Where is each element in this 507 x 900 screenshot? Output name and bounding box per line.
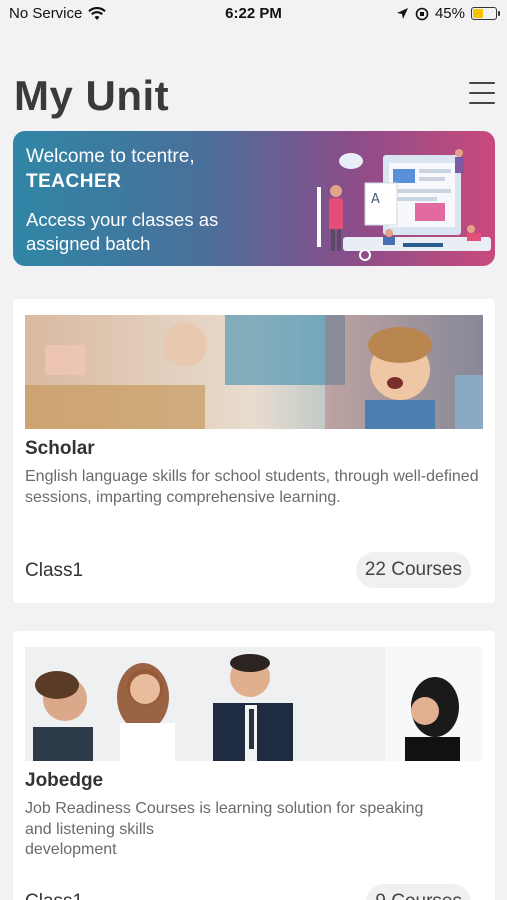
class-label: Class1	[25, 560, 84, 581]
menu-icon[interactable]	[469, 80, 495, 106]
status-bar: No Service 6:22 PM 45%	[0, 0, 507, 28]
status-right: 45%	[396, 5, 500, 22]
user-role: TEACHER	[26, 171, 122, 192]
description-line: development	[25, 841, 117, 858]
banner-subtitle: Access your classes as assigned batch	[26, 209, 219, 254]
description-line: and listening skills	[25, 820, 154, 838]
jobedge-photo	[25, 647, 483, 761]
svg-text:A: A	[371, 192, 380, 207]
description-line: Job Readiness Courses is learning soluti…	[25, 800, 424, 817]
orientation-lock-icon	[415, 7, 429, 20]
unit-description: English language skills for school stude…	[25, 468, 479, 506]
scholar-photo	[25, 315, 483, 429]
unit-title: Scholar	[25, 438, 95, 459]
unit-card-jobedge[interactable]: Jobedge Job Readiness Courses is learnin…	[13, 631, 495, 900]
page-title: My Unit	[14, 72, 170, 119]
classroom-illustration: A	[317, 149, 491, 261]
welcome-banner: Welcome to tcentre, TEACHER Access your …	[13, 131, 495, 266]
battery-level	[473, 9, 483, 18]
unit-card-scholar[interactable]: Scholar English language skills for scho…	[13, 299, 495, 603]
class-label: Class1	[25, 891, 83, 900]
unit-description: Job Readiness Courses is learning soluti…	[25, 799, 485, 861]
battery-percent: 45%	[434, 5, 465, 22]
location-icon	[396, 8, 408, 19]
welcome-text: Welcome to tcentre,	[26, 146, 195, 167]
battery-icon	[471, 7, 500, 20]
unit-title: Jobedge	[25, 770, 104, 791]
courses-count-button[interactable]: 22 Courses	[355, 552, 471, 588]
courses-count-button[interactable]: 9 Courses	[366, 884, 471, 900]
